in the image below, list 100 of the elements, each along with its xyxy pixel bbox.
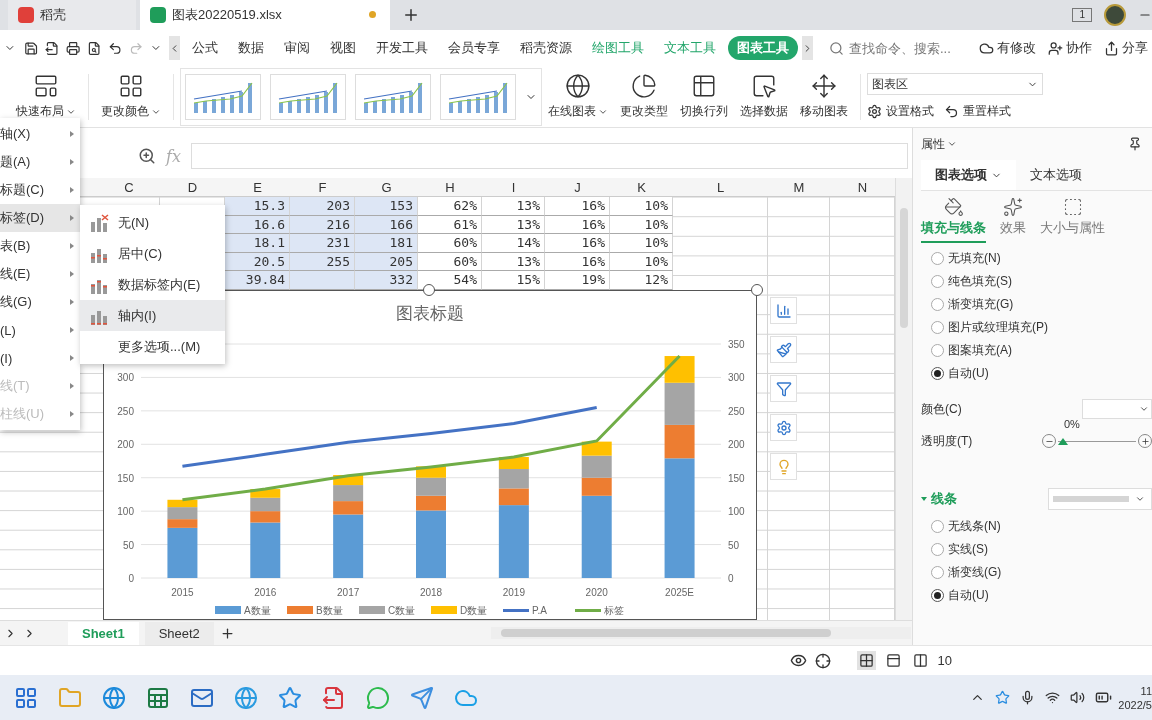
ribbon-button[interactable]: 选择数据 [734, 73, 794, 120]
sheet-tab[interactable]: Sheet2 [144, 621, 214, 645]
chat-icon[interactable] [366, 685, 390, 710]
scroll-left-button[interactable] [169, 36, 180, 60]
column-header[interactable]: I [482, 178, 545, 196]
radio-button[interactable] [931, 252, 944, 265]
chart-elements-button[interactable] [770, 297, 797, 324]
panel-title[interactable]: 属性 [921, 135, 957, 153]
star-icon[interactable] [278, 685, 302, 710]
menu-item[interactable]: 居中(C) [80, 238, 225, 269]
format-button[interactable]: 设置格式 [867, 103, 934, 120]
menu-tab[interactable]: 开发工具 [368, 36, 436, 60]
chart-element-select[interactable]: 图表区 [867, 73, 1043, 95]
menu-item[interactable]: 标题(C) [0, 176, 80, 204]
wifi-icon[interactable] [1045, 690, 1060, 705]
chart-style-thumbnail[interactable] [440, 73, 516, 120]
style-button[interactable] [770, 336, 797, 363]
menu-tab[interactable]: 稻壳资源 [512, 36, 580, 60]
search-field[interactable]: 查找命令、搜索... [829, 39, 967, 57]
scrollbar-thumb[interactable] [900, 208, 908, 328]
column-header[interactable]: G [355, 178, 418, 196]
column-header[interactable]: K [610, 178, 673, 196]
star-icon[interactable] [995, 690, 1010, 705]
menu-tab[interactable]: 公式 [184, 36, 226, 60]
menu-item[interactable]: (I) [0, 344, 80, 372]
browser-icon[interactable] [102, 685, 126, 710]
send-icon[interactable] [410, 685, 434, 710]
column-header[interactable]: J [545, 178, 610, 196]
radio-button[interactable] [931, 367, 944, 380]
widgets-icon[interactable] [14, 685, 38, 710]
menu-tab[interactable]: 审阅 [276, 36, 318, 60]
eye-icon[interactable] [789, 652, 807, 669]
column-header[interactable]: F [290, 178, 355, 196]
menu-tab[interactable]: 数据 [230, 36, 272, 60]
ribbon-button[interactable]: 移动图表 [794, 73, 854, 120]
new-tab-icon[interactable] [402, 6, 420, 24]
chart-style-thumbnail[interactable] [185, 73, 261, 120]
menu-item[interactable]: 轴内(I) [80, 300, 225, 331]
speaker-icon[interactable] [1070, 690, 1085, 705]
menu-item[interactable]: 无(N) [80, 207, 225, 238]
export-icon[interactable] [45, 39, 60, 57]
scroll-right-button[interactable] [802, 36, 813, 60]
file-tab[interactable]: 图表20220519.xlsx [140, 0, 390, 30]
slider-thumb[interactable] [1058, 438, 1068, 445]
spreadsheet-icon[interactable] [146, 685, 170, 710]
pin-icon[interactable] [1128, 137, 1142, 151]
scrollbar-thumb[interactable] [500, 629, 831, 637]
panel-tab[interactable]: 文本选项 [1016, 160, 1096, 190]
chart-style-thumbnail[interactable] [270, 73, 346, 120]
settings-button[interactable] [770, 414, 797, 441]
crosshair-icon[interactable] [814, 652, 831, 669]
ribbon-button[interactable]: 在线图表 [542, 73, 614, 120]
menu-item[interactable]: 表(B) [0, 232, 80, 260]
radio-button[interactable] [931, 589, 944, 602]
folder-icon[interactable] [58, 685, 82, 710]
column-header[interactable]: M [768, 178, 830, 196]
radio-button[interactable] [931, 275, 944, 288]
radio-button[interactable] [931, 566, 944, 579]
menu-item[interactable]: 标签(D) [0, 204, 80, 232]
panel-subtab[interactable]: 效果 [1000, 197, 1026, 243]
menu-tab[interactable]: 视图 [322, 36, 364, 60]
radio-button[interactable] [931, 543, 944, 556]
menu-item[interactable]: 轴(X) [0, 120, 80, 148]
menu-item[interactable]: 题(A) [0, 148, 80, 176]
add-sheet-icon[interactable] [219, 625, 235, 641]
menu-item[interactable]: 线(E) [0, 260, 80, 288]
color-dropdown[interactable] [1082, 399, 1152, 419]
menu-tab[interactable]: 会员专享 [440, 36, 508, 60]
ribbon-button[interactable]: 更改类型 [614, 73, 674, 120]
column-header[interactable]: H [418, 178, 482, 196]
panel-tab[interactable]: 图表选项 [921, 160, 1016, 190]
filter-button[interactable] [770, 375, 797, 402]
printer-icon[interactable] [66, 39, 81, 57]
file-tab[interactable]: 稻壳 [8, 0, 136, 30]
column-header[interactable]: L [673, 178, 768, 196]
column-header[interactable]: C [98, 178, 160, 196]
save-icon[interactable] [24, 39, 39, 57]
format-button[interactable]: 重置样式 [944, 103, 1011, 120]
toolbar-link[interactable]: 协作 [1048, 39, 1092, 57]
column-header[interactable]: D [160, 178, 225, 196]
ribbon-button[interactable]: 更改颜色 [95, 73, 167, 120]
print-preview-icon[interactable] [87, 39, 102, 57]
microphone-icon[interactable] [1020, 690, 1035, 705]
radio-button[interactable] [931, 520, 944, 533]
radio-button[interactable] [931, 321, 944, 334]
radio-button[interactable] [931, 298, 944, 311]
menu-item[interactable]: 数据标签内(E) [80, 269, 225, 300]
panel-subtab[interactable]: 大小与属性 [1040, 197, 1105, 243]
normal-view-button[interactable] [856, 651, 876, 670]
window-count[interactable]: 1 [1072, 8, 1092, 22]
column-header[interactable]: E [225, 178, 290, 196]
toolbar-link[interactable]: 分享 [1104, 39, 1148, 57]
chart-style-thumbnail[interactable] [355, 73, 431, 120]
formula-input[interactable] [190, 143, 908, 169]
ribbon-button[interactable]: 快速布局 [10, 73, 82, 120]
zoom-icon[interactable] [138, 147, 156, 165]
toolbar-link[interactable]: 有修改 [979, 39, 1036, 57]
browser-icon[interactable] [234, 685, 258, 710]
radio-button[interactable] [931, 344, 944, 357]
column-header[interactable]: N [830, 178, 895, 196]
